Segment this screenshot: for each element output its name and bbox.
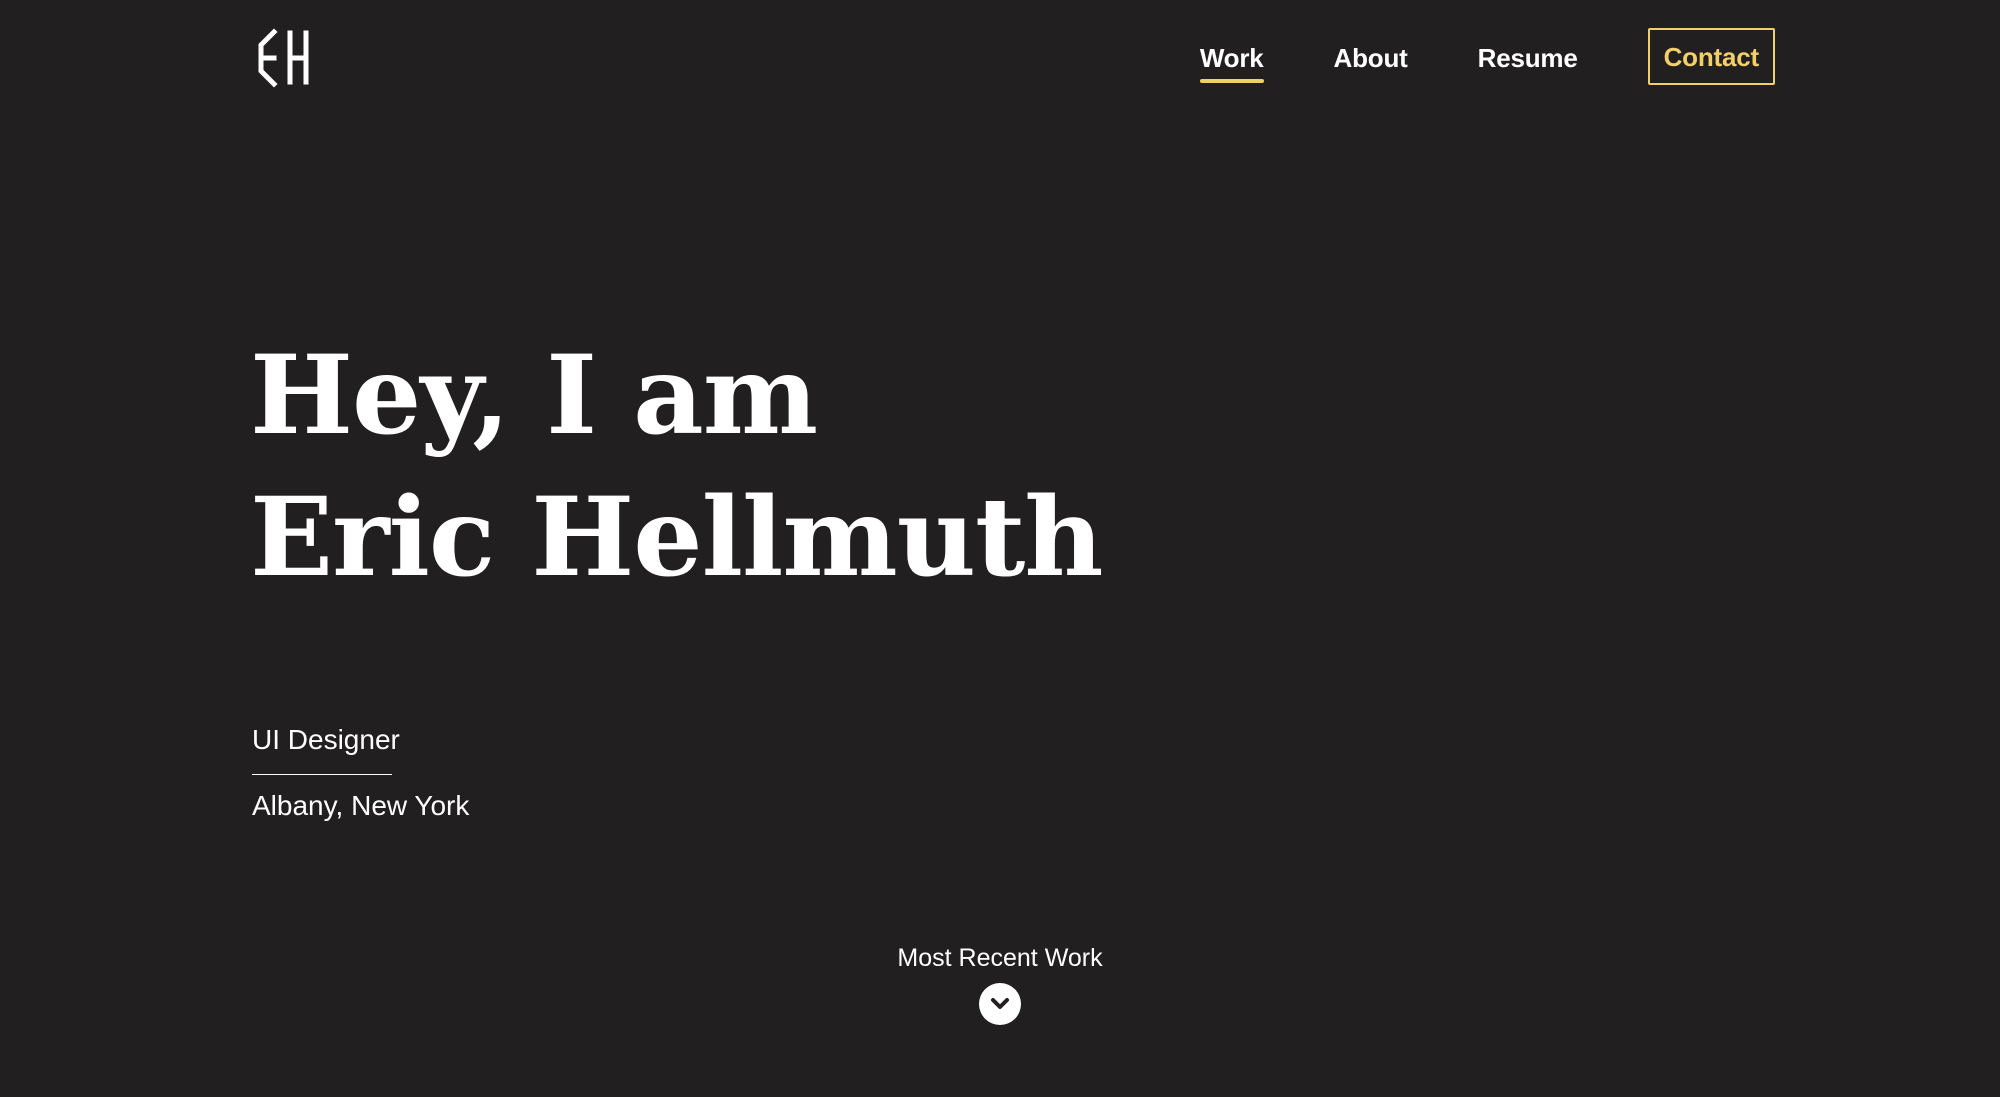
main-nav: Work About Resume Contact <box>1199 28 1775 85</box>
recent-work-section: Most Recent Work <box>0 946 2000 1025</box>
role-text: UI Designer <box>252 724 400 755</box>
hero-line-1: Hey, I am <box>250 331 818 459</box>
nav-about-link[interactable]: About <box>1334 29 1408 85</box>
hero-title: Hey, I am Eric Hellmuth <box>250 325 1450 608</box>
hero-section: Hey, I am Eric Hellmuth <box>250 325 1450 608</box>
site-header: Work About Resume Contact <box>0 0 2000 120</box>
nav-work-link[interactable]: Work <box>1199 29 1264 85</box>
profile-info: UI Designer Albany, New York <box>252 726 752 820</box>
eh-logo-icon <box>258 28 309 88</box>
hero-line-2: Eric Hellmuth <box>250 472 1104 601</box>
location-text: Albany, New York <box>252 790 470 821</box>
profile-divider <box>252 774 392 775</box>
scroll-down-button[interactable] <box>979 983 1021 1025</box>
eh-logo[interactable] <box>250 26 314 90</box>
chevron-down-icon <box>991 998 1009 1009</box>
contact-button[interactable]: Contact <box>1647 28 1775 85</box>
nav-resume-link[interactable]: Resume <box>1478 29 1578 85</box>
most-recent-work-label: Most Recent Work <box>897 944 1103 972</box>
